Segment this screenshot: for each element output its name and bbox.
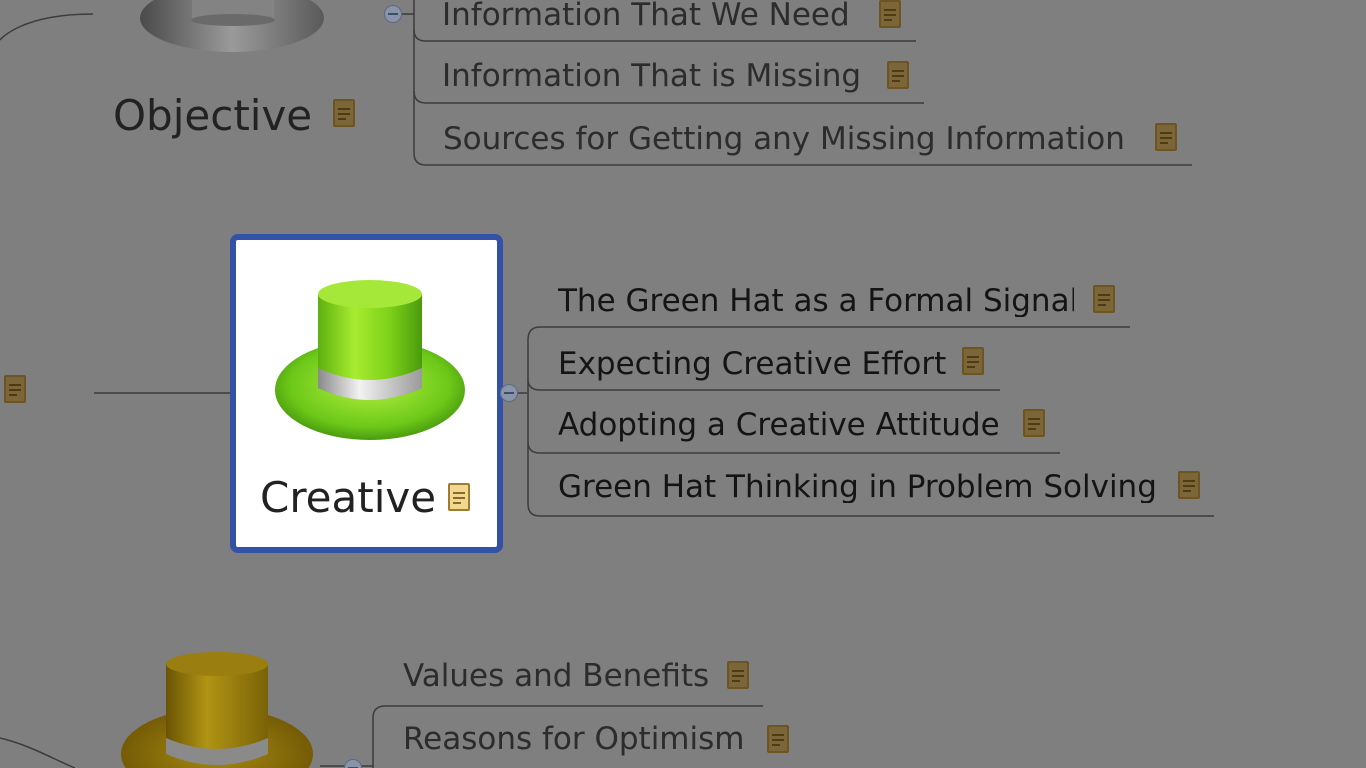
subtopic-sources-missing-information[interactable]: Sources for Getting any Missing Informat… <box>443 124 1125 155</box>
collapse-toggle-icon[interactable] <box>384 5 402 23</box>
mind-map-canvas[interactable]: Objective Information That We Need Infor… <box>0 0 1366 768</box>
note-icon[interactable] <box>448 483 470 511</box>
note-icon[interactable] <box>333 99 355 127</box>
subtopic-expecting-creative-effort[interactable]: Expecting Creative Effort <box>558 349 946 380</box>
subtopic-green-hat-problem-solving[interactable]: Green Hat Thinking in Problem Solving <box>558 472 1163 503</box>
subtopic-adopting-creative-attitude[interactable]: Adopting a Creative Attitude <box>558 410 1000 441</box>
note-icon[interactable] <box>1155 123 1177 151</box>
subtopic-reasons-optimism[interactable]: Reasons for Optimism <box>403 724 744 755</box>
green-hat-icon <box>275 280 465 440</box>
note-icon[interactable] <box>4 375 26 403</box>
note-icon[interactable] <box>1178 471 1200 499</box>
yellow-hat-icon <box>121 652 313 768</box>
subtopic-label: Green Hat Thinking in Problem Solving <box>558 472 1157 503</box>
note-icon[interactable] <box>962 347 984 375</box>
collapse-toggle-icon[interactable] <box>500 384 518 402</box>
subtopic-values-benefits[interactable]: Values and Benefits <box>403 661 709 692</box>
subtopic-label: The Green Hat as a Formal Signal <box>558 286 1074 317</box>
white-hat-icon <box>140 0 324 52</box>
topic-creative-label: Creative <box>260 473 437 522</box>
subtopic-information-missing[interactable]: Information That is Missing <box>442 61 861 92</box>
note-icon[interactable] <box>879 0 901 28</box>
subtopic-information-we-need[interactable]: Information That We Need <box>442 0 850 31</box>
topic-objective[interactable]: Objective <box>113 95 312 137</box>
note-icon[interactable] <box>887 61 909 89</box>
note-icon[interactable] <box>1093 285 1115 313</box>
subtopic-green-hat-formal-signal[interactable]: The Green Hat as a Formal Signal <box>558 286 1074 317</box>
note-icon[interactable] <box>1023 409 1045 437</box>
note-icon[interactable] <box>727 661 749 689</box>
topic-creative-card[interactable]: Creative <box>230 234 503 553</box>
note-icon[interactable] <box>767 725 789 753</box>
